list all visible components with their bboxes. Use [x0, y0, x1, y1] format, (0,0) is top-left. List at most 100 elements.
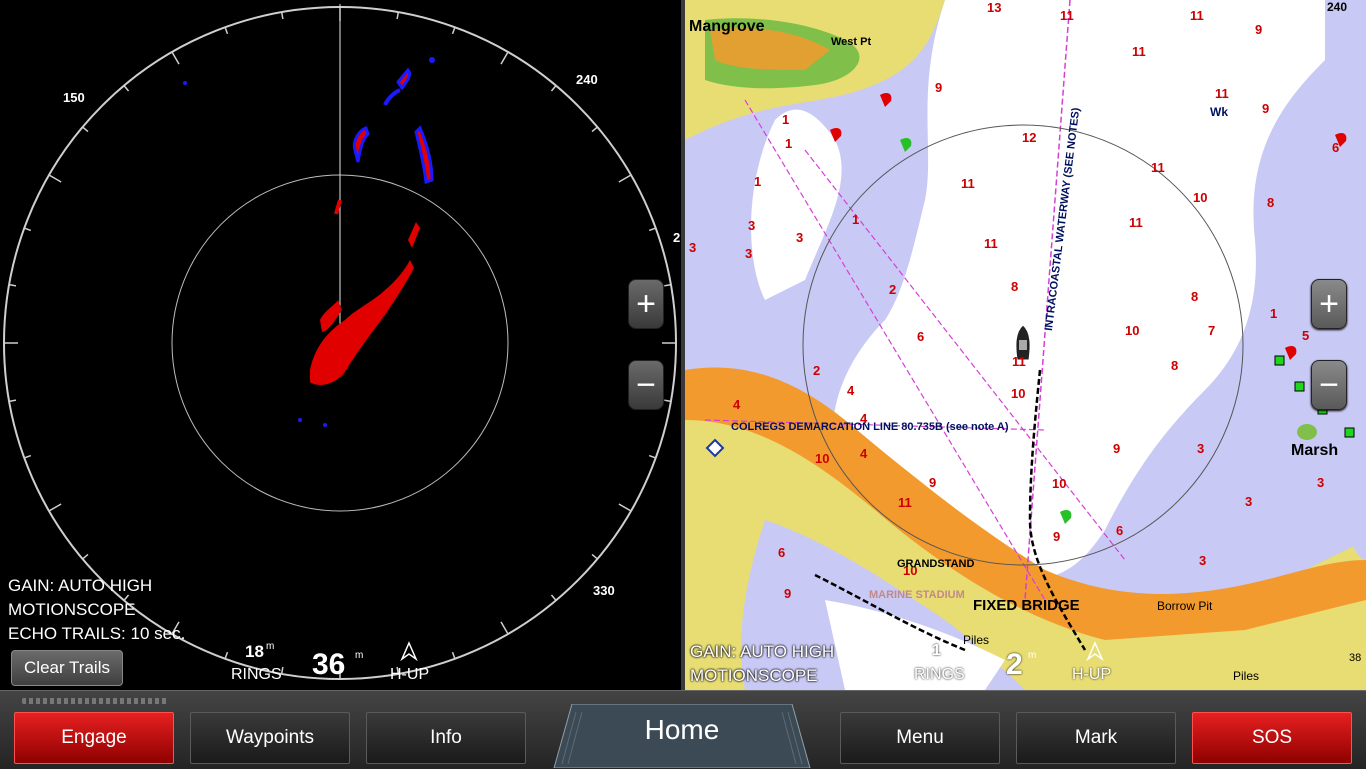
depth-sounding: 10	[1125, 323, 1140, 338]
depth-sounding: 9	[935, 80, 943, 95]
depth-sounding: 3	[796, 230, 804, 245]
depth-sounding: 11	[1129, 215, 1143, 230]
waypoints-button[interactable]: Waypoints	[190, 712, 350, 764]
label-borrow-pit: Borrow Pit	[1157, 599, 1213, 613]
bearing-tick	[500, 621, 509, 635]
depth-sounding: 6	[778, 545, 786, 560]
radar-gain-status: GAIN: AUTO HIGH	[8, 576, 153, 595]
clear-trails-button[interactable]: Clear Trails	[11, 650, 123, 686]
bearing-tick	[48, 174, 62, 183]
depth-sounding: 8	[1171, 358, 1179, 373]
bearing-tick	[24, 454, 32, 459]
label-piles-2: Piles	[1233, 669, 1260, 683]
depth-sounding: 6	[917, 329, 925, 344]
marsh-vegetation	[1297, 424, 1317, 440]
chart-rings-value: 1	[932, 642, 941, 659]
bearing-tick	[171, 51, 180, 65]
chart-heading-up-arrow-icon	[1086, 641, 1104, 661]
bearing-tick	[24, 227, 32, 232]
bearing-tick	[396, 11, 400, 20]
label-marine-stadium: MARINE STADIUM	[869, 589, 965, 601]
info-button[interactable]: Info	[366, 712, 526, 764]
chart-range-corner-label: 240	[1327, 0, 1348, 14]
chart-rings-unit: m	[942, 641, 951, 652]
depth-sounding: 9	[1113, 441, 1121, 456]
chart-range-value[interactable]: 2	[1006, 648, 1023, 682]
radar-zoom-in-button[interactable]: +	[628, 279, 664, 329]
depth-sounding: 10	[1052, 476, 1067, 491]
mark-button[interactable]: Mark	[1016, 712, 1176, 764]
label-grandstand: GRANDSTAND	[897, 558, 975, 570]
depth-sounding: 1	[782, 112, 790, 127]
channel-area	[751, 109, 842, 300]
depth-sounding: 9	[1053, 529, 1061, 544]
bearing-tick	[500, 51, 509, 65]
depth-sounding: 3	[748, 218, 756, 233]
depth-sounding: 1	[785, 136, 793, 151]
depth-sounding: 6	[1332, 140, 1340, 155]
chart-zoom-in-button[interactable]: +	[1311, 279, 1347, 329]
bearing-label-150: 150	[63, 90, 85, 105]
radar-motionscope-status: MOTIONSCOPE	[8, 600, 136, 619]
radar-range-value[interactable]: 36	[312, 648, 345, 682]
radar-rings-label: RINGS	[231, 666, 282, 683]
label-piles: Piles	[963, 633, 990, 647]
radar-range-unit: m	[355, 650, 364, 661]
engage-button[interactable]: Engage	[14, 712, 174, 764]
chart-pane[interactable]: 13 11 11 9 11 11 9 9 1 1 1 11 12 11 11 10 8 11 6 3 3 1 2 11 8 8 6 3…	[685, 0, 1366, 690]
bearing-tick	[280, 666, 284, 675]
depth-sounding: 3	[689, 240, 697, 255]
depth-sounding: 13	[987, 0, 1002, 15]
depth-sounding: 7	[1208, 323, 1216, 338]
bearing-tick	[82, 126, 89, 133]
radar-echo-trails-status: ECHO TRAILS: 10 sec.	[8, 624, 186, 643]
bearing-tick	[8, 283, 17, 287]
depth-sounding: 11	[1060, 8, 1074, 23]
chart-rings-label: RINGS	[914, 666, 965, 683]
radar-rings-unit: m	[266, 641, 275, 652]
radar-pane[interactable]: 150 240 330 2 + − GAIN: AUTO HIGH MOTION…	[0, 0, 681, 690]
depth-sounding: 11	[961, 176, 975, 191]
green-marker-icon	[1294, 381, 1305, 392]
radar-zoom-out-button[interactable]: −	[628, 360, 664, 410]
depth-sounding: 11	[1215, 86, 1229, 101]
depth-sounding: 10	[1011, 386, 1026, 401]
label-west-pt: West Pt	[831, 36, 872, 48]
depth-sounding: 10	[815, 451, 830, 466]
chart-zoom-out-button[interactable]: −	[1311, 360, 1347, 410]
depth-sounding: 6	[1116, 523, 1124, 538]
home-button[interactable]: Home	[552, 714, 812, 746]
bearing-tick	[123, 85, 130, 92]
depth-sounding: 2	[813, 363, 821, 378]
sos-button[interactable]: SOS	[1192, 712, 1352, 764]
depth-sounding: 11	[1151, 160, 1165, 175]
bearing-label-240: 240	[576, 72, 598, 87]
depth-sounding: 3	[745, 246, 753, 261]
green-marker-icon	[1344, 427, 1355, 438]
depth-sounding: 3	[1245, 494, 1253, 509]
menu-button[interactable]: Menu	[840, 712, 1000, 764]
depth-sounding: 11	[1190, 8, 1204, 23]
depth-sounding: 12	[1022, 130, 1037, 145]
heading-up-arrow-icon	[400, 641, 418, 661]
depth-sounding: 11	[1132, 44, 1146, 59]
red-buoy-icon	[880, 93, 892, 107]
depth-sounding: 4	[733, 397, 741, 412]
bearing-tick	[451, 651, 456, 659]
label-fixed-bridge: FIXED BRIDGE	[973, 597, 1080, 614]
depth-sounding: 4	[860, 446, 868, 461]
bearing-tick	[663, 283, 672, 287]
depth-sounding: 1	[852, 212, 860, 227]
chart-edge-value: 38	[1349, 652, 1362, 664]
bearing-tick	[663, 399, 672, 403]
depth-sounding: 11	[984, 236, 998, 251]
depth-sounding: 10	[1193, 190, 1208, 205]
label-wk: Wk	[1210, 105, 1228, 119]
depth-sounding: 1	[754, 174, 762, 189]
bearing-tick	[591, 553, 598, 560]
drag-handle[interactable]	[22, 698, 168, 704]
depth-sounding: 9	[784, 586, 792, 601]
depth-sounding: 8	[1267, 195, 1275, 210]
depth-sounding: 3	[1199, 553, 1207, 568]
bearing-tick	[224, 27, 229, 35]
